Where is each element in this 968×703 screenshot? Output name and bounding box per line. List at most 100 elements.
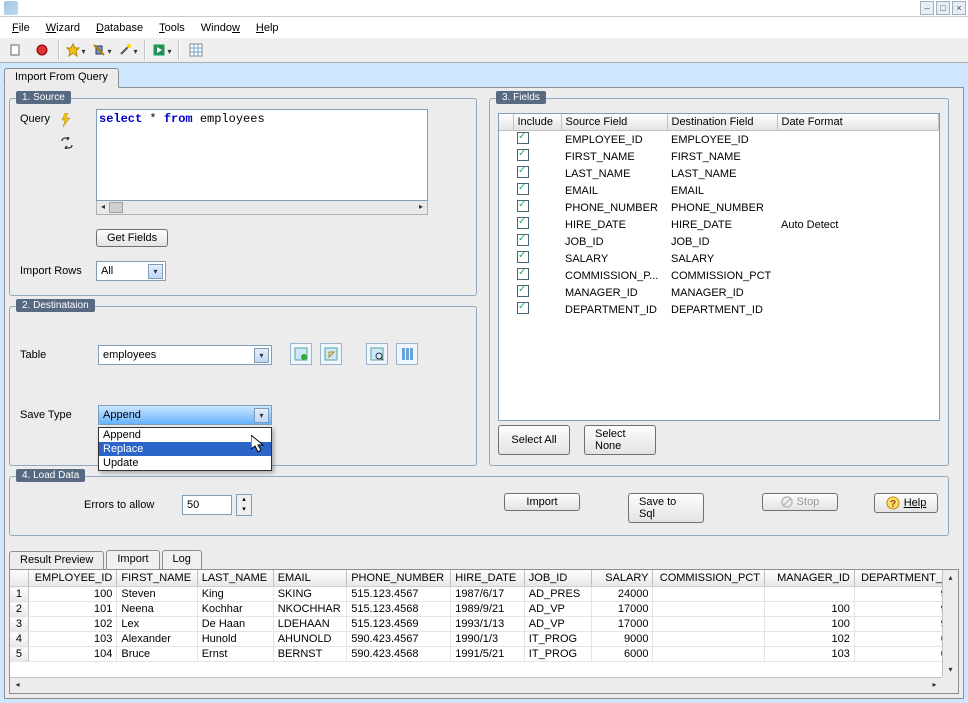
result-row[interactable]: 2101NeenaKochharNKOCHHAR515.123.45681989… [10, 602, 958, 617]
result-table[interactable]: EMPLOYEE_IDFIRST_NAMELAST_NAMEEMAILPHONE… [10, 570, 958, 662]
col-destination[interactable]: Destination Field [667, 114, 777, 131]
result-cell[interactable]: 590.423.4567 [347, 632, 451, 647]
result-cell[interactable]: King [197, 587, 273, 602]
result-col-header[interactable]: SALARY [592, 570, 653, 587]
result-row[interactable]: 3102LexDe HaanLDEHAAN515.123.45691993/1/… [10, 617, 958, 632]
result-cell[interactable]: 103 [765, 647, 855, 662]
include-checkbox[interactable] [517, 251, 529, 263]
result-cell[interactable]: Lex [117, 617, 197, 632]
select-none-button[interactable]: Select None [584, 425, 656, 455]
dest-icon-2[interactable] [320, 343, 342, 365]
result-cell[interactable] [653, 647, 765, 662]
result-cell[interactable]: 6000 [592, 647, 653, 662]
save-to-sql-button[interactable]: Save to Sql [628, 493, 704, 523]
result-cell[interactable]: 515.123.4569 [347, 617, 451, 632]
result-row[interactable]: 1100StevenKingSKING515.123.45671987/6/17… [10, 587, 958, 602]
result-col-header[interactable]: MANAGER_ID [765, 570, 855, 587]
include-checkbox[interactable] [517, 183, 529, 195]
field-row[interactable]: PHONE_NUMBER PHONE_NUMBER [499, 199, 939, 216]
field-row[interactable]: JOB_ID JOB_ID [499, 233, 939, 250]
result-cell[interactable]: BERNST [273, 647, 346, 662]
include-checkbox[interactable] [517, 285, 529, 297]
result-cell[interactable] [653, 602, 765, 617]
result-cell[interactable]: IT_PROG [524, 632, 591, 647]
help-button[interactable]: ? Help [874, 493, 938, 513]
result-cell[interactable]: 1991/5/21 [451, 647, 525, 662]
dest-icon-1[interactable] [290, 343, 312, 365]
result-col-header[interactable]: COMMISSION_PCT [653, 570, 765, 587]
result-cell[interactable]: NKOCHHAR [273, 602, 346, 617]
result-cell[interactable]: AD_PRES [524, 587, 591, 602]
menu-help[interactable]: Help [248, 20, 287, 36]
result-vscroll[interactable]: ▴▾ [942, 570, 958, 677]
tab-import-from-query[interactable]: Import From Query [4, 68, 119, 88]
tab-import[interactable]: Import [106, 550, 159, 569]
result-cell[interactable]: Steven [117, 587, 197, 602]
col-include[interactable]: Include [513, 114, 561, 131]
errors-input[interactable]: 50 [182, 495, 232, 515]
result-cell[interactable]: Bruce [117, 647, 197, 662]
minimize-button[interactable]: – [920, 1, 934, 15]
result-cell[interactable]: 101 [28, 602, 116, 617]
include-checkbox[interactable] [517, 200, 529, 212]
field-row[interactable]: EMPLOYEE_ID EMPLOYEE_ID [499, 131, 939, 149]
result-cell[interactable] [653, 617, 765, 632]
result-cell[interactable]: Neena [117, 602, 197, 617]
tool-wizard-icon[interactable]: ▾ [92, 40, 112, 60]
field-row[interactable]: HIRE_DATE HIRE_DATE Auto Detect [499, 216, 939, 233]
result-cell[interactable]: 100 [28, 587, 116, 602]
tool-new-icon[interactable] [6, 40, 26, 60]
tab-log[interactable]: Log [162, 550, 202, 569]
result-cell[interactable]: 9000 [592, 632, 653, 647]
tool-run-icon[interactable]: ▾ [152, 40, 172, 60]
result-cell[interactable]: 104 [28, 647, 116, 662]
result-row[interactable]: 4103AlexanderHunoldAHUNOLD590.423.456719… [10, 632, 958, 647]
result-cell[interactable]: 100 [765, 602, 855, 617]
include-checkbox[interactable] [517, 302, 529, 314]
save-type-select[interactable]: Append ▾ [98, 405, 272, 425]
result-cell[interactable]: 24000 [592, 587, 653, 602]
result-cell[interactable]: 102 [765, 632, 855, 647]
table-select[interactable]: employees ▾ [98, 345, 272, 365]
result-cell[interactable]: Hunold [197, 632, 273, 647]
result-cell[interactable]: 100 [765, 617, 855, 632]
lightning-icon[interactable] [60, 113, 72, 127]
result-cell[interactable] [653, 587, 765, 602]
result-cell[interactable]: De Haan [197, 617, 273, 632]
option-replace[interactable]: Replace [99, 442, 271, 456]
col-source[interactable]: Source Field [561, 114, 667, 131]
result-col-header[interactable]: EMPLOYEE_ID [28, 570, 116, 587]
result-cell[interactable]: Kochhar [197, 602, 273, 617]
save-type-dropdown[interactable]: Append Replace Update [98, 427, 272, 471]
result-cell[interactable]: 17000 [592, 602, 653, 617]
result-cell[interactable]: 1990/1/3 [451, 632, 525, 647]
result-cell[interactable]: IT_PROG [524, 647, 591, 662]
tool-wand-icon[interactable]: ▾ [118, 40, 138, 60]
include-checkbox[interactable] [517, 217, 529, 229]
field-row[interactable]: MANAGER_ID MANAGER_ID [499, 284, 939, 301]
result-cell[interactable]: AD_VP [524, 617, 591, 632]
result-cell[interactable]: Ernst [197, 647, 273, 662]
tool-star-icon[interactable]: ▾ [66, 40, 86, 60]
stop-button[interactable]: Stop [762, 493, 838, 511]
result-cell[interactable]: 590.423.4568 [347, 647, 451, 662]
include-checkbox[interactable] [517, 166, 529, 178]
menu-tools[interactable]: Tools [151, 20, 193, 36]
include-checkbox[interactable] [517, 268, 529, 280]
field-row[interactable]: SALARY SALARY [499, 250, 939, 267]
refresh-icon[interactable] [60, 137, 74, 149]
result-cell[interactable]: AHUNOLD [273, 632, 346, 647]
option-append[interactable]: Append [99, 428, 271, 442]
dest-icon-3[interactable] [366, 343, 388, 365]
close-button[interactable]: × [952, 1, 966, 15]
result-cell[interactable]: AD_VP [524, 602, 591, 617]
menu-database[interactable]: Database [88, 20, 151, 36]
include-checkbox[interactable] [517, 234, 529, 246]
option-update[interactable]: Update [99, 456, 271, 470]
row-number-header[interactable] [10, 570, 28, 587]
result-cell[interactable]: 1987/6/17 [451, 587, 525, 602]
menu-wizard[interactable]: Wizard [38, 20, 88, 36]
result-row[interactable]: 5104BruceErnstBERNST590.423.45681991/5/2… [10, 647, 958, 662]
result-col-header[interactable]: JOB_ID [524, 570, 591, 587]
tab-result-preview[interactable]: Result Preview [9, 551, 104, 570]
